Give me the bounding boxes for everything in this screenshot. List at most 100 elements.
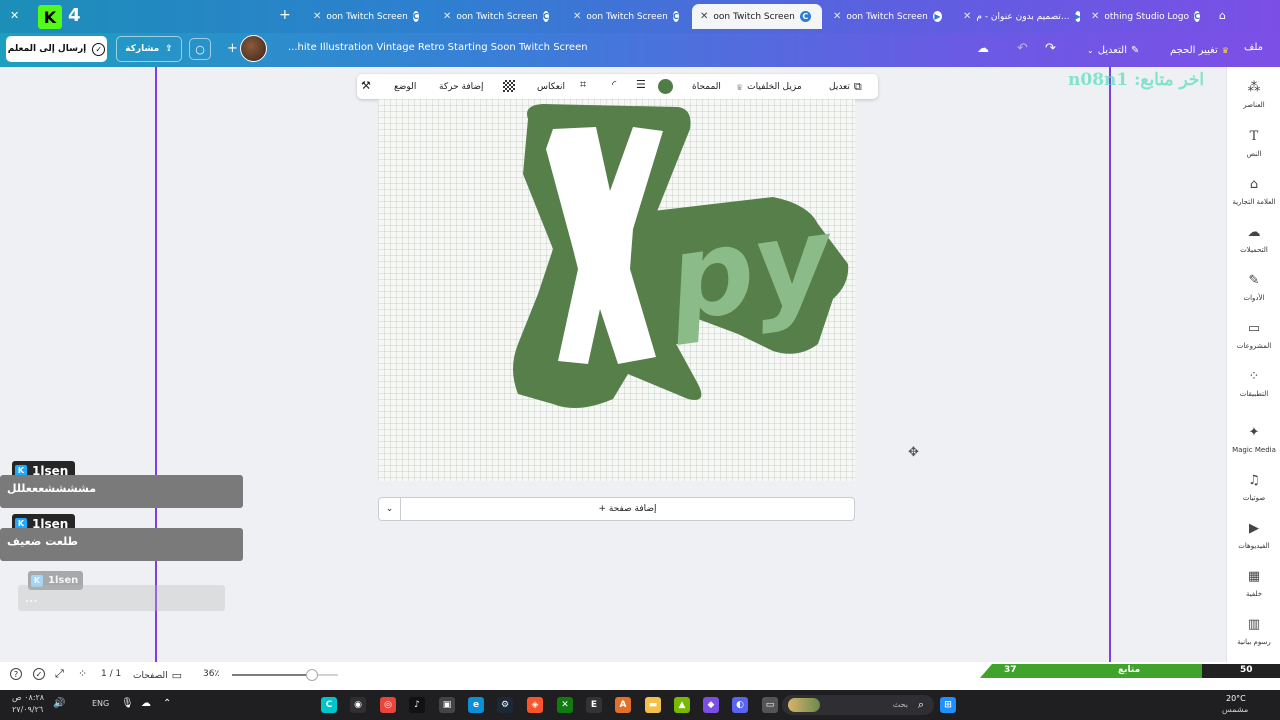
resize-menu[interactable]: تغيير الحجم ♛: [1170, 40, 1229, 60]
check-icon[interactable]: ✓: [33, 668, 45, 680]
videos-icon: ▶: [1249, 521, 1259, 536]
browser-tab[interactable]: ✕ oon Twitch Screen C: [305, 4, 425, 29]
close-tab-icon[interactable]: ✕: [1091, 11, 1099, 22]
zoom-level[interactable]: 36٪: [203, 669, 219, 679]
app-a-icon[interactable]: A: [615, 697, 631, 713]
zoom-slider-knob[interactable]: [306, 669, 318, 681]
pages-button[interactable]: الصفحات ▭: [133, 669, 182, 682]
xbox-icon[interactable]: ✕: [557, 697, 573, 713]
nvidia-icon[interactable]: ▲: [674, 697, 690, 713]
home-icon[interactable]: ⌂: [1219, 9, 1226, 22]
cloud-saved-icon[interactable]: ☁: [977, 41, 989, 55]
search-highlight-image: [788, 698, 820, 712]
file-explorer-icon[interactable]: ▬: [645, 697, 661, 713]
obs-icon[interactable]: ◉: [350, 697, 366, 713]
position-button[interactable]: الوضع: [394, 79, 416, 95]
tiktok-icon[interactable]: ♪: [409, 697, 425, 713]
crown-icon: ♛: [736, 82, 744, 92]
browser-tab[interactable]: ✕ oon Twitch Screen ▶: [825, 4, 950, 29]
canva-app-icon[interactable]: C: [321, 697, 337, 713]
corner-radius-icon[interactable]: ◜: [612, 78, 616, 91]
sidebar-item-elements[interactable]: ⁂ العناصر: [1227, 80, 1280, 124]
browser-tab-active[interactable]: ✕ oon Twitch Screen C: [692, 4, 822, 29]
undo-icon[interactable]: ↶: [1017, 41, 1028, 56]
eraser-button[interactable]: الممحاة: [692, 79, 721, 95]
chrome-icon[interactable]: ◎: [380, 697, 396, 713]
avatar[interactable]: [240, 35, 267, 62]
close-tab-icon[interactable]: ✕: [700, 11, 708, 22]
new-tab-button[interactable]: +: [279, 7, 291, 23]
close-window-icon[interactable]: ✕: [10, 9, 19, 22]
sidebar-item-projects[interactable]: ▭ المشروعات: [1227, 321, 1280, 365]
store-icon[interactable]: ▣: [439, 697, 455, 713]
logo-py-text: py: [658, 188, 844, 348]
keyboard-language[interactable]: ENG: [92, 699, 109, 708]
crop-icon[interactable]: ⌗: [580, 78, 586, 92]
weather-widget[interactable]: 20°C مشمس: [1212, 692, 1272, 718]
edit-menu[interactable]: ⌄ التعديل ✎: [1087, 40, 1139, 60]
sidebar-item-brand[interactable]: ⌂ العلامة التجارية: [1227, 177, 1280, 221]
counter-label: 4: [68, 5, 81, 26]
collapse-pages-button[interactable]: ⌄: [379, 498, 401, 520]
browser-tab[interactable]: ✕ تصميم بدون عنوان - م... ▶: [955, 4, 1080, 29]
browser-tab[interactable]: ✕ oon Twitch Screen C: [565, 4, 685, 29]
grid-view-icon[interactable]: ⁘: [78, 667, 87, 680]
taskbar-search[interactable]: ⌕ بحث: [782, 695, 934, 715]
overlay-guide-line: [1109, 67, 1111, 662]
fullscreen-icon[interactable]: ⤢: [55, 667, 64, 681]
border-style-icon[interactable]: ☰: [636, 78, 646, 91]
send-to-teacher-button[interactable]: إرسال إلى المعلم ✓: [6, 36, 107, 62]
transparency-icon[interactable]: [503, 80, 515, 92]
xpy-logo[interactable]: py: [378, 99, 855, 481]
sidebar-item-background[interactable]: ▦ خلفية: [1227, 569, 1280, 613]
clock-date[interactable]: ٢٧/٠٩/٢٦: [12, 705, 43, 714]
zoom-slider[interactable]: [232, 669, 338, 681]
steam-icon[interactable]: ⚙: [497, 697, 513, 713]
edge-icon[interactable]: e: [468, 697, 484, 713]
comment-button[interactable]: ○: [189, 38, 211, 60]
sidebar-item-charts[interactable]: ▥ رسوم بيانية: [1227, 617, 1280, 661]
sidebar-item-magic-media[interactable]: ✦ Magic Media: [1227, 425, 1280, 469]
animate-button[interactable]: إضافة حركة: [439, 79, 484, 95]
epic-games-icon[interactable]: E: [586, 697, 602, 713]
discord-icon[interactable]: ◐: [732, 697, 748, 713]
browser-tab[interactable]: ✕ othing Studio Logo C: [1083, 4, 1208, 29]
bg-remover-button[interactable]: ♛ مزيل الخلفيات: [736, 79, 802, 95]
sidebar-item-text[interactable]: T النص: [1227, 129, 1280, 173]
share-button[interactable]: مشاركة ⇪: [116, 36, 182, 62]
sidebar-item-tools[interactable]: ✎ الأدوات: [1227, 273, 1280, 317]
volume-icon[interactable]: 🔊: [53, 698, 65, 709]
add-page-bar: ⌄ + إضافة صفحة: [378, 497, 855, 521]
browser-tab[interactable]: ✕ oon Twitch Screen C: [435, 4, 555, 29]
close-tab-icon[interactable]: ✕: [573, 11, 581, 22]
color-swatch[interactable]: [658, 79, 673, 94]
uploads-icon: ☁: [1247, 225, 1261, 240]
document-title[interactable]: ...hite Illustration Vintage Retro Start…: [288, 42, 588, 53]
edit-image-button[interactable]: تعديل ⧉: [829, 79, 862, 95]
close-tab-icon[interactable]: ✕: [313, 11, 321, 22]
file-menu[interactable]: ملف: [1244, 42, 1263, 53]
redo-icon[interactable]: ↷: [1045, 41, 1056, 56]
design-canvas[interactable]: py: [378, 99, 855, 481]
brave-icon[interactable]: ◈: [527, 697, 543, 713]
chevron-down-icon: ⌄: [1087, 45, 1094, 55]
windows-start-icon[interactable]: ⊞: [940, 697, 956, 713]
sidebar-item-videos[interactable]: ▶ الفيديوهات: [1227, 521, 1280, 565]
close-tab-icon[interactable]: ✕: [963, 11, 971, 22]
help-icon[interactable]: ?: [10, 668, 22, 680]
sidebar-item-uploads[interactable]: ☁ التحميلات: [1227, 225, 1280, 269]
chevron-up-icon[interactable]: ⌃: [163, 698, 171, 709]
clock-time[interactable]: ٠٨:٢٨ ص: [12, 693, 44, 702]
sidebar-item-audio[interactable]: ♫ صوتيات: [1227, 473, 1280, 517]
chevron-down-icon: ⌄: [385, 504, 394, 514]
paint-roller-icon[interactable]: ⚒: [361, 79, 371, 92]
teams-icon[interactable]: ◆: [703, 697, 719, 713]
sidebar-item-apps[interactable]: ⁘ التطبيقات: [1227, 369, 1280, 413]
close-tab-icon[interactable]: ✕: [443, 11, 451, 22]
magic-media-icon: ✦: [1248, 425, 1260, 440]
task-view-icon[interactable]: ▭: [762, 697, 778, 713]
add-page-button[interactable]: + إضافة صفحة: [401, 498, 854, 520]
flip-button[interactable]: انعكاس: [537, 79, 565, 95]
add-collaborator-icon[interactable]: +: [227, 41, 238, 56]
close-tab-icon[interactable]: ✕: [833, 11, 841, 22]
